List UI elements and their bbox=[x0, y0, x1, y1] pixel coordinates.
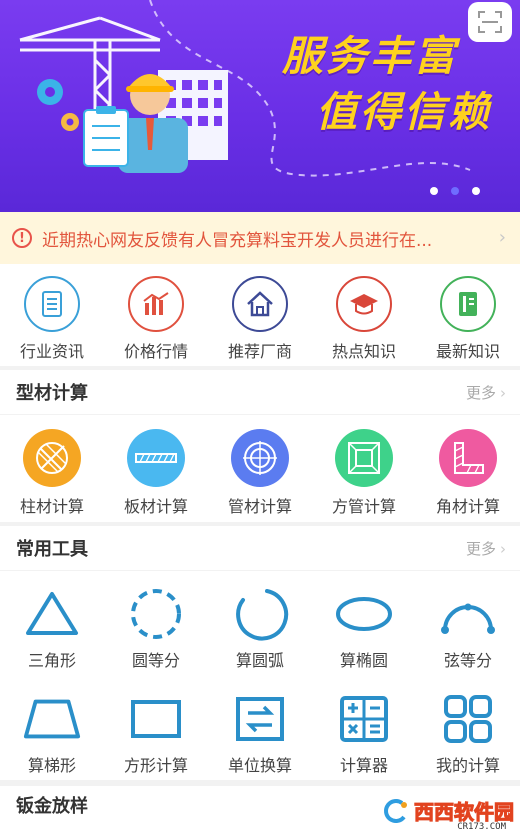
chevron-right-icon: › bbox=[500, 539, 506, 558]
tool-ellipse[interactable]: 算椭圆 bbox=[312, 571, 416, 671]
tool-label: 弦等分 bbox=[443, 651, 492, 670]
scan-icon bbox=[478, 11, 502, 33]
tool-label: 三角形 bbox=[27, 651, 76, 670]
tool-label: 我的计算 bbox=[435, 755, 500, 775]
tool-label: 算梯形 bbox=[27, 755, 76, 775]
tool-circle-divide[interactable]: 圆等分 bbox=[104, 571, 208, 671]
section-title: 型材计算 bbox=[16, 383, 88, 404]
carousel-dot-active[interactable] bbox=[451, 187, 459, 195]
chevron-right-icon: › bbox=[500, 383, 506, 402]
banner-headline-line2: 值得信赖 bbox=[316, 88, 492, 136]
nav-hot-knowledge[interactable]: 热点知识 bbox=[312, 264, 416, 366]
nav-label: 热点知识 bbox=[331, 342, 396, 361]
banner-headline-line1: 服务丰富 bbox=[282, 32, 458, 80]
section-title: 钣金放样 bbox=[16, 796, 88, 817]
tool-label: 方形计算 bbox=[123, 755, 188, 775]
watermark-subtext: CR173.COM bbox=[457, 822, 506, 832]
watermark-text: 西西软件园 bbox=[414, 800, 515, 825]
tool-arc[interactable]: 算圆弧 bbox=[208, 571, 312, 671]
tool-my-calculations[interactable]: 我的计算 bbox=[416, 676, 520, 776]
document-icon bbox=[24, 276, 80, 332]
nav-price-trend[interactable]: 价格行情 bbox=[104, 264, 208, 366]
dashed-circle-icon bbox=[126, 587, 186, 641]
scan-button[interactable] bbox=[468, 2, 512, 42]
carousel-dot[interactable] bbox=[472, 187, 480, 195]
graduation-cap-icon bbox=[336, 276, 392, 332]
section-header-material: 型材计算 更多 › bbox=[0, 370, 520, 414]
plate-icon bbox=[127, 429, 185, 487]
chevron-right-icon: › bbox=[498, 227, 506, 248]
carousel-indicator bbox=[430, 187, 480, 195]
house-icon bbox=[232, 276, 288, 332]
tool-triangle[interactable]: 三角形 bbox=[0, 571, 104, 671]
nav-recommended-vendors[interactable]: 推荐厂商 bbox=[208, 264, 312, 366]
tool-label: 算圆弧 bbox=[235, 651, 284, 670]
watermark-logo: 西西软件园 bbox=[382, 796, 515, 825]
section-header-tools: 常用工具 更多 › bbox=[0, 526, 520, 570]
notice-text: 近期热心网友反馈有人冒充算料宝开发人员进行在... bbox=[42, 230, 433, 251]
watermark-icon bbox=[384, 798, 407, 823]
calc-label: 柱材计算 bbox=[19, 497, 84, 516]
pipe-icon bbox=[231, 429, 289, 487]
nav-industry-news[interactable]: 行业资讯 bbox=[0, 264, 104, 366]
calc-angle[interactable]: 角材计算 bbox=[416, 415, 520, 522]
nav-label: 推荐厂商 bbox=[227, 342, 292, 361]
calc-label: 板材计算 bbox=[123, 497, 188, 516]
trapezoid-icon bbox=[22, 692, 82, 746]
tool-unit-convert[interactable]: 单位换算 bbox=[208, 676, 312, 776]
tool-label: 单位换算 bbox=[227, 755, 292, 775]
calc-column[interactable]: 柱材计算 bbox=[0, 415, 104, 522]
tool-trapezoid[interactable]: 算梯形 bbox=[0, 676, 104, 776]
calc-pipe[interactable]: 管材计算 bbox=[208, 415, 312, 522]
nav-latest-knowledge[interactable]: 最新知识 bbox=[416, 264, 520, 366]
nav-label: 价格行情 bbox=[123, 342, 188, 361]
tools-grid: 三角形 圆等分 算圆弧 算椭圆 弦等分 算梯形 方形计算 单位换算 计算器 我的… bbox=[0, 570, 520, 780]
quick-nav: 行业资讯 价格行情 推荐厂商 热点知识 最新知识 bbox=[0, 264, 520, 366]
book-icon bbox=[440, 276, 496, 332]
more-link[interactable]: 更多 › bbox=[466, 538, 506, 559]
tool-label: 圆等分 bbox=[131, 651, 180, 670]
square-tube-icon bbox=[335, 429, 393, 487]
tool-rectangle[interactable]: 方形计算 bbox=[104, 676, 208, 776]
rectangle-icon bbox=[126, 692, 186, 746]
calc-plate[interactable]: 板材计算 bbox=[104, 415, 208, 522]
nav-label: 行业资讯 bbox=[19, 342, 84, 361]
calc-label: 管材计算 bbox=[227, 497, 292, 516]
chord-icon bbox=[438, 587, 498, 641]
material-calc-grid: 柱材计算 板材计算 管材计算 方管计算 角材计算 bbox=[0, 414, 520, 522]
angle-icon bbox=[439, 429, 497, 487]
promo-banner[interactable]: 服务丰富 值得信赖 bbox=[0, 0, 520, 212]
calc-square-tube[interactable]: 方管计算 bbox=[312, 415, 416, 522]
triangle-icon bbox=[22, 587, 82, 641]
section-title: 常用工具 bbox=[16, 539, 88, 560]
bar-chart-icon bbox=[128, 276, 184, 332]
ellipse-icon bbox=[334, 587, 394, 641]
column-icon bbox=[23, 429, 81, 487]
calc-label: 角材计算 bbox=[435, 497, 500, 516]
tool-chord[interactable]: 弦等分 bbox=[416, 571, 520, 671]
swap-icon bbox=[230, 692, 290, 746]
tool-label: 计算器 bbox=[339, 755, 388, 775]
alert-icon: ! bbox=[12, 228, 32, 248]
notice-bar[interactable]: ! 近期热心网友反馈有人冒充算料宝开发人员进行在... › bbox=[0, 212, 520, 264]
nav-label: 最新知识 bbox=[435, 342, 500, 361]
grid-icon bbox=[438, 692, 498, 746]
tool-calculator[interactable]: 计算器 bbox=[312, 676, 416, 776]
tool-label: 算椭圆 bbox=[339, 651, 388, 670]
calc-label: 方管计算 bbox=[331, 497, 396, 516]
carousel-dot[interactable] bbox=[430, 187, 438, 195]
calculator-icon bbox=[334, 692, 394, 746]
more-link[interactable]: 更多 › bbox=[466, 382, 506, 403]
arc-icon bbox=[230, 587, 290, 641]
